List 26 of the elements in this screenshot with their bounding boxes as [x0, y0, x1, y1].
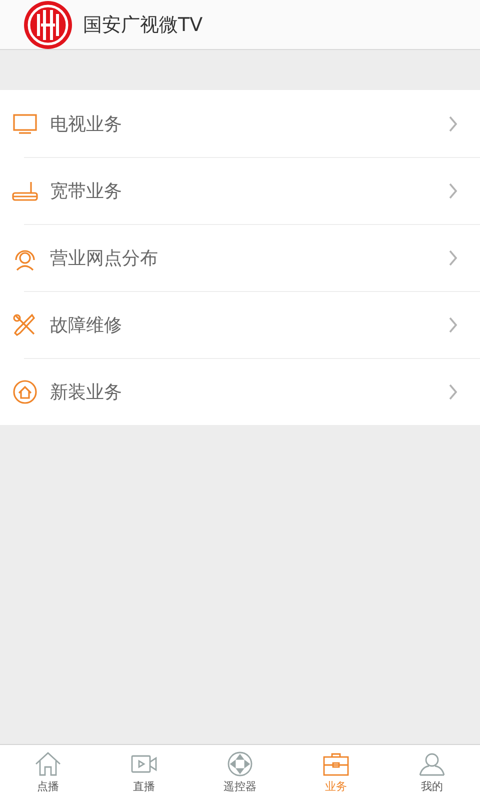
house-circle-icon	[12, 378, 38, 404]
menu-item-label: 营业网点分布	[50, 246, 159, 270]
tab[interactable]: 直播	[96, 745, 192, 800]
menu-item[interactable]: 宽带业务	[0, 157, 480, 224]
menu-item[interactable]: 故障维修	[0, 291, 480, 358]
dpad-icon	[226, 751, 254, 777]
menu-item-label: 电视业务	[50, 112, 123, 136]
chevron-right-icon	[448, 116, 458, 132]
tab[interactable]: 我的	[384, 745, 480, 800]
tab[interactable]: 点播	[0, 745, 96, 800]
home-icon	[34, 751, 62, 777]
menu-item[interactable]: 新装业务	[0, 358, 480, 425]
user-icon	[418, 751, 446, 777]
menu-item-label: 宽带业务	[50, 180, 123, 202]
menu-item[interactable]: 电视业务	[0, 90, 480, 157]
briefcase-icon	[322, 751, 350, 777]
chevron-right-icon	[448, 316, 458, 332]
menu-item-label: 新装业务	[50, 380, 123, 404]
menu-item[interactable]: 营业网点分布	[0, 224, 480, 291]
menu-item-label: 故障维修	[50, 314, 123, 336]
chevron-right-icon	[448, 182, 458, 198]
chevron-right-icon	[448, 250, 458, 266]
tab[interactable]: 遥控器	[192, 745, 288, 800]
app-title: 国安广视微TV	[83, 12, 203, 38]
wrench-screwdriver-icon	[12, 312, 38, 338]
chevron-right-icon	[448, 384, 458, 400]
